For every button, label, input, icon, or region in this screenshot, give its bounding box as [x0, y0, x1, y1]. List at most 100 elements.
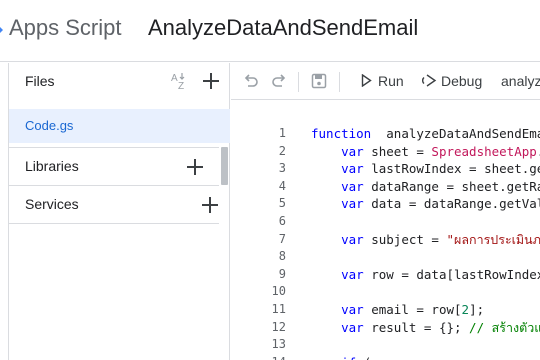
svg-text:A: A	[171, 73, 178, 84]
code-editor[interactable]: 1 function analyzeDataAndSendEma 2 var she…	[231, 101, 540, 360]
line-number: 7	[278, 231, 286, 246]
code-token: "ผลการประเมินภาวะ	[446, 231, 540, 247]
line-number: 12	[271, 319, 286, 334]
sort-az-icon[interactable]: A Z	[168, 70, 190, 92]
code-token: var	[341, 178, 364, 194]
services-title: Services	[25, 196, 79, 212]
code-token: subject =	[363, 231, 447, 247]
line-number: 10	[271, 284, 286, 299]
code-line[interactable]: 4 var dataRange = sheet.getRan	[231, 178, 540, 196]
editor-toolbar: Run Debug analyz	[231, 63, 540, 100]
apps-script-logo[interactable]	[0, 13, 8, 49]
code-line[interactable]: 9 var row = data[lastRowIndex	[231, 266, 540, 284]
code-token: var	[341, 319, 364, 335]
svg-text:Z: Z	[178, 81, 184, 92]
add-file-plus-icon[interactable]	[200, 70, 222, 92]
code-text: var result = {}; // สร้างตัวแปร	[311, 319, 540, 337]
code-text: var row = data[lastRowIndex	[311, 266, 540, 284]
divider	[9, 223, 219, 224]
app-name[interactable]: Apps Script	[9, 15, 122, 41]
panel-scrollbar[interactable]	[221, 147, 228, 185]
code-token: (	[356, 355, 372, 360]
toolbar-separator	[298, 72, 299, 92]
code-line[interactable]: 14 if (	[231, 354, 540, 360]
debug-label: Debug	[441, 73, 483, 89]
play-icon	[361, 74, 372, 87]
code-token: sheet =	[363, 143, 432, 159]
line-number: 5	[278, 196, 286, 211]
code-token: 2	[461, 302, 470, 317]
file-item-code-gs[interactable]: Code.gs	[9, 109, 230, 143]
libraries-title: Libraries	[25, 158, 79, 174]
code-line[interactable]: 11 var email = row[2];	[231, 301, 540, 319]
services-section[interactable]: Services	[9, 186, 230, 223]
code-token: lastRowIndex = sheet.get	[363, 161, 540, 177]
function-selector[interactable]: analyz	[501, 73, 540, 89]
line-number: 1	[278, 126, 286, 140]
code-line[interactable]: 13	[231, 336, 540, 354]
run-label: Run	[378, 73, 404, 89]
line-number: 6	[278, 214, 286, 228]
line-number: 4	[278, 178, 286, 193]
line-number: 13	[271, 337, 286, 352]
files-panel: Files A Z Code.gs Libraries Services	[9, 63, 230, 360]
code-text: if (	[311, 354, 371, 360]
code-line[interactable]: 6	[231, 213, 540, 231]
code-text: function analyzeDataAndSendEma	[311, 125, 540, 143]
code-line[interactable]: 3 var lastRowIndex = sheet.get	[231, 160, 540, 178]
code-token: var	[341, 302, 364, 317]
line-number: 8	[278, 249, 286, 264]
code-line[interactable]: 7 var subject = "ผลการประเมินภาวะ	[231, 231, 540, 249]
code-line[interactable]: 2 var sheet = SpreadsheetApp.g	[231, 143, 540, 161]
code-token: ];	[469, 302, 485, 317]
files-header: Files A Z	[9, 63, 230, 100]
line-number: 2	[278, 143, 286, 158]
code-text: var data = dataRange.getValu	[311, 195, 540, 213]
code-line[interactable]: 1 function analyzeDataAndSendEma	[231, 125, 540, 143]
line-number: 3	[278, 161, 286, 176]
code-line[interactable]: 10	[231, 283, 540, 301]
code-line[interactable]: 12 var result = {}; // สร้างตัวแปร	[231, 319, 540, 337]
code-text: var lastRowIndex = sheet.get	[311, 160, 540, 178]
code-text: var email = row[2];	[311, 301, 484, 319]
code-line[interactable]: 5 var data = dataRange.getValu	[231, 195, 540, 213]
code-token: if	[341, 355, 356, 360]
left-nav-rail	[0, 63, 9, 360]
code-token: result = {};	[363, 319, 470, 335]
code-token: var	[341, 196, 364, 212]
code-line[interactable]: 8	[231, 248, 540, 266]
project-name[interactable]: AnalyzeDataAndSendEmail	[148, 15, 418, 41]
line-number: 9	[278, 266, 286, 281]
code-token: var	[341, 231, 364, 247]
redo-icon[interactable]	[270, 72, 288, 90]
run-button[interactable]: Run	[361, 71, 405, 93]
code-text: var dataRange = sheet.getRan	[311, 178, 540, 196]
debug-button[interactable]: Debug	[422, 71, 488, 93]
code-text: var subject = "ผลการประเมินภาวะ	[311, 231, 540, 249]
top-app-bar: Apps Script AnalyzeDataAndSendEmail	[0, 0, 540, 62]
code-token: analyzeDataAndSendEma	[371, 126, 540, 141]
code-token: // สร้างตัวแปร	[469, 319, 540, 335]
code-text: var sheet = SpreadsheetApp.g	[311, 143, 540, 161]
add-library-plus-icon[interactable]	[184, 156, 206, 178]
code-token: SpreadsheetApp	[431, 143, 537, 159]
undo-icon[interactable]	[242, 72, 260, 90]
line-number: 11	[271, 302, 286, 316]
file-item-label: Code.gs	[25, 118, 74, 133]
add-service-plus-icon[interactable]	[199, 194, 221, 216]
save-icon[interactable]	[310, 72, 328, 90]
code-token: var	[341, 266, 364, 282]
libraries-section[interactable]: Libraries	[9, 148, 230, 185]
code-token: var	[341, 161, 364, 177]
toolbar-separator	[339, 72, 340, 92]
code-token: var	[341, 143, 364, 159]
debug-icon	[422, 74, 437, 87]
